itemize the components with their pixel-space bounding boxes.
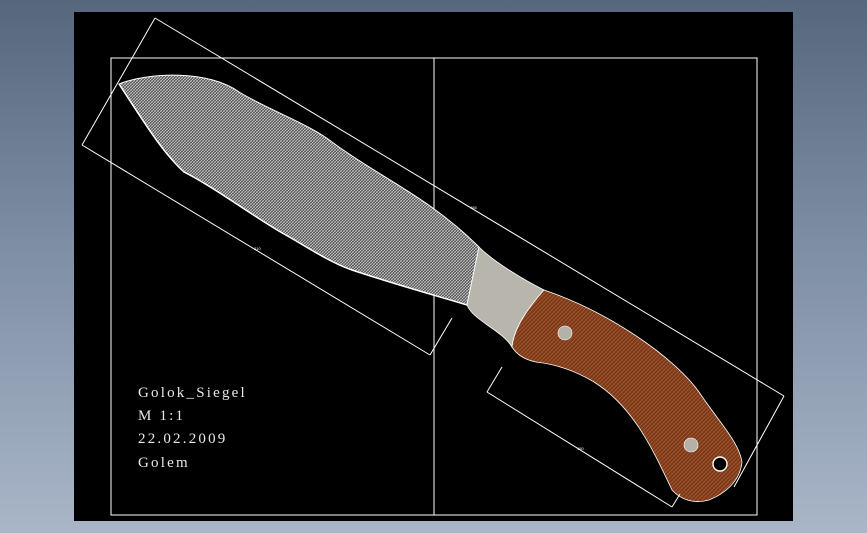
lanyard-hole (712, 456, 728, 472)
dimension-handle-value: 150 (577, 446, 584, 451)
drawing-date: 22.02.2009 (138, 431, 228, 447)
cad-viewport[interactable]: 485 310 150 Golok_Siegel M 1:1 22.02.200… (74, 12, 793, 521)
drawing-author: Golem (138, 455, 190, 471)
dimension-blade-value: 310 (254, 246, 261, 251)
handle (511, 289, 743, 502)
drawing-name: Golok_Siegel (138, 385, 247, 401)
title-block: Golok_Siegel M 1:1 22.02.2009 Golem (138, 385, 247, 471)
handle-pin-1 (557, 325, 573, 341)
handle-pin-2 (683, 437, 699, 453)
dimension-overall-value: 485 (470, 205, 477, 210)
blade (118, 74, 480, 306)
knife-drawing: 485 310 150 Golok_Siegel M 1:1 22.02.200… (81, 17, 785, 516)
drawing-scale: M 1:1 (138, 408, 185, 424)
